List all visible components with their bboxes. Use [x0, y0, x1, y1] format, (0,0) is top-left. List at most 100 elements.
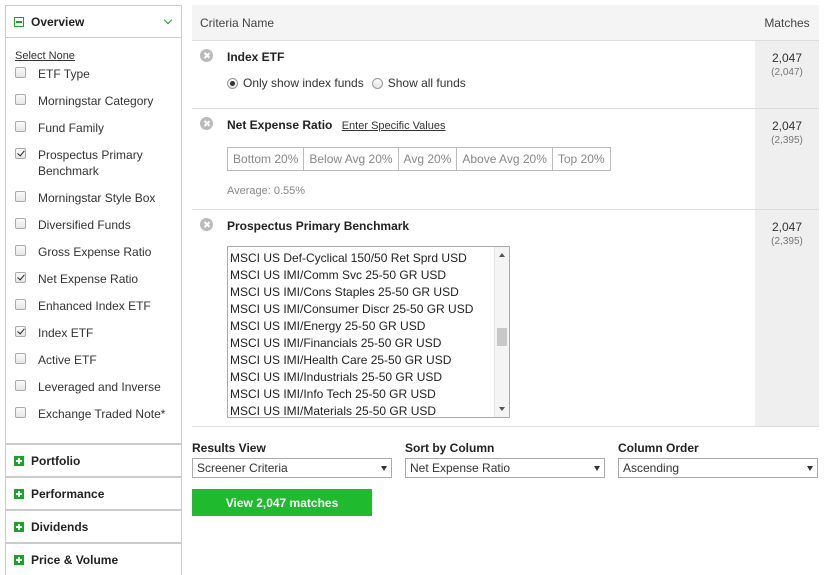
expense-range-button[interactable]: Bottom 20% [228, 148, 305, 170]
view-matches-button[interactable]: View 2,047 matches [192, 489, 372, 516]
checkbox-label: Leveraged and Inverse [38, 380, 161, 394]
match-count: 2,047 [771, 119, 803, 133]
header-matches: Matches [764, 15, 810, 30]
list-item[interactable]: MSCI US IMI/Consumer Discr 25-50 GR USD [229, 301, 509, 318]
scroll-thumb[interactable] [497, 328, 507, 346]
filter-option[interactable]: Prospectus Primary Benchmark [15, 147, 172, 190]
results-view-label: Results View [192, 441, 266, 455]
list-item[interactable]: MSCI US Def-Cyclical 150/50 Ret Sprd USD [229, 250, 509, 267]
list-item[interactable]: MSCI US IMI/Comm Svc 25-50 GR USD [229, 267, 509, 284]
expand-plus-icon [14, 455, 24, 466]
filter-option[interactable]: ETF Type [15, 66, 172, 93]
checkbox[interactable] [15, 299, 26, 310]
criteria-row-index-etf: Index ETF Only show index funds Show all… [192, 41, 819, 109]
checkbox[interactable] [15, 218, 26, 229]
list-item[interactable]: MSCI US IMI/Info Tech 25-50 GR USD [229, 386, 509, 403]
matches-cell: 2,047 (2,395) [755, 210, 819, 426]
panel-header[interactable]: Performance [5, 477, 182, 510]
checkbox[interactable] [15, 245, 26, 256]
checkbox-label: Enhanced Index ETF [38, 299, 151, 313]
column-order-select[interactable]: Ascending [618, 458, 818, 478]
list-item[interactable]: MSCI US IMI/Energy 25-50 GR USD [229, 318, 509, 335]
panel-title: Portfolio [31, 453, 81, 468]
matches-cell: 2,047 (2,047) [755, 41, 819, 108]
filter-option[interactable]: Net Expense Ratio [15, 271, 172, 298]
panel-header[interactable]: Dividends [5, 510, 182, 543]
filter-option[interactable]: Enhanced Index ETF [15, 298, 172, 325]
criteria-title: Index ETF [227, 50, 285, 64]
remove-criteria-icon[interactable] [200, 117, 213, 130]
filter-option[interactable]: Exchange Traded Note* [15, 406, 172, 433]
checkbox[interactable] [15, 191, 26, 202]
select-none-link[interactable]: Select None [15, 50, 75, 62]
list-item[interactable]: MSCI US IMI/Industrials 25-50 GR USD [229, 369, 509, 386]
scroll-up-arrow-icon[interactable] [499, 253, 505, 257]
filter-option[interactable]: Diversified Funds [15, 217, 172, 244]
sort-by-select[interactable]: Net Expense Ratio [405, 458, 605, 478]
match-total: (2,047) [771, 67, 803, 78]
expense-range-button[interactable]: Avg 20% [398, 148, 458, 170]
remove-criteria-icon[interactable] [200, 218, 213, 231]
list-item[interactable]: MSCI US IMI/Cons Staples 25-50 GR USD [229, 284, 509, 301]
panel-overview-body: Select None ETF Type Morningstar Category… [5, 38, 182, 444]
filter-option[interactable]: Fund Family [15, 120, 172, 147]
radio-label: Only show index funds [243, 76, 364, 90]
results-view-select[interactable]: Screener Criteria [192, 458, 392, 478]
filter-option[interactable]: Leveraged and Inverse [15, 379, 172, 406]
radio-show-all[interactable] [371, 77, 383, 89]
checkbox-label: Net Expense Ratio [38, 272, 139, 286]
list-item[interactable]: MSCI US IMI/Health Care 25-50 GR USD [229, 352, 509, 369]
dropdown-arrow-icon [807, 466, 813, 471]
checkbox[interactable] [15, 94, 26, 105]
filter-option[interactable]: Active ETF [15, 352, 172, 379]
checkbox[interactable] [15, 326, 26, 337]
expense-range-button[interactable]: Below Avg 20% [304, 148, 399, 170]
checkbox[interactable] [15, 67, 26, 78]
checkbox-label: Fund Family [38, 121, 105, 135]
expense-range-button[interactable]: Top 20% [552, 148, 610, 170]
checkbox-label: Active ETF [38, 353, 97, 367]
panel-header[interactable]: Portfolio [5, 444, 182, 477]
scroll-down-arrow-icon[interactable] [499, 407, 505, 411]
filter-option[interactable]: Morningstar Style Box [15, 190, 172, 217]
list-item[interactable]: MSCI US IMI/Materials 25-50 GR USD [229, 403, 509, 417]
listbox-scrollbar[interactable] [494, 247, 509, 417]
checkbox[interactable] [15, 148, 26, 159]
checkbox[interactable] [15, 121, 26, 132]
filter-option[interactable]: Gross Expense Ratio [15, 244, 172, 271]
criteria-table: Criteria Name Matches Index ETF Only sho… [192, 5, 819, 427]
checkbox-label: Prospectus Primary Benchmark [38, 148, 143, 178]
checkbox[interactable] [15, 353, 26, 364]
header-criteria-name: Criteria Name [200, 15, 275, 30]
sort-by-label: Sort by Column [405, 441, 495, 455]
expense-range-buttons: Bottom 20% Below Avg 20% Avg 20% Above Avg … [227, 147, 611, 171]
index-fund-radio-group: Only show index funds Show all funds [227, 76, 755, 90]
checkbox-label: Morningstar Style Box [38, 191, 156, 205]
overview-checkbox-list: ETF Type Morningstar Category Fund Family P… [15, 66, 172, 433]
filter-option[interactable]: Morningstar Category [15, 93, 172, 120]
checkbox-label: Exchange Traded Note* [38, 407, 166, 421]
column-order-label: Column Order [618, 441, 699, 455]
filter-option[interactable]: Index ETF [15, 325, 172, 352]
expand-plus-icon [14, 521, 24, 532]
criteria-title: Net Expense Ratio [227, 118, 333, 132]
filter-sidebar: Overview Select None ETF Type Morningstar… [5, 5, 182, 575]
checkbox[interactable] [15, 380, 26, 391]
panel-header[interactable]: Price & Volume [5, 543, 182, 575]
matches-cell: 2,047 (2,395) [755, 109, 819, 209]
expense-range-button[interactable]: Above Avg 20% [457, 148, 553, 170]
panel-title: Dividends [31, 519, 89, 534]
list-item[interactable]: MSCI US IMI/Financials 25-50 GR USD [229, 335, 509, 352]
checkbox[interactable] [15, 272, 26, 283]
checkbox[interactable] [15, 407, 26, 418]
radio-only-index[interactable] [227, 77, 238, 89]
panel-overview-header[interactable]: Overview [5, 5, 182, 38]
checkbox-label: Gross Expense Ratio [38, 245, 152, 259]
expand-plus-icon [14, 488, 24, 499]
remove-criteria-icon[interactable] [200, 49, 213, 62]
benchmark-listbox[interactable]: MSCI US Def-Cyclical 150/50 Ret Sprd USD… [227, 246, 510, 418]
radio-label: Show all funds [387, 76, 466, 90]
match-count: 2,047 [771, 220, 803, 234]
enter-specific-values-link[interactable]: Enter Specific Values [342, 120, 446, 132]
panel-title: Price & Volume [31, 552, 119, 567]
